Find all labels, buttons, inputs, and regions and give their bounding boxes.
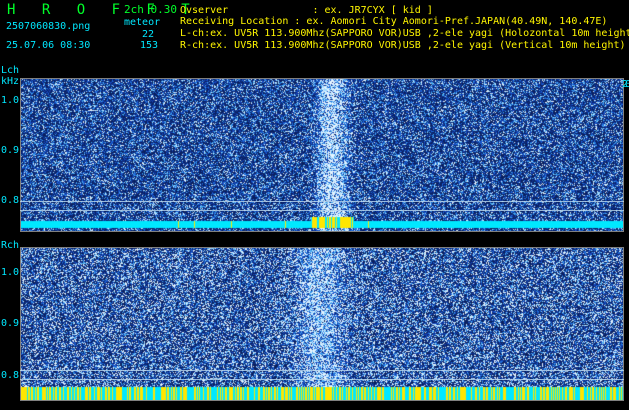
rch-meteor-count: 153 xyxy=(140,40,159,51)
rch-tick-0-9: 0.9 xyxy=(1,318,20,329)
lch-tick-0-9: 0.9 xyxy=(1,145,20,156)
time-axis-edge-label: 2 xyxy=(622,79,629,90)
lch-tick-1-0: 1.0 xyxy=(1,95,20,106)
lch-unit: kHz xyxy=(1,76,20,87)
filename-label: 2507060830.png xyxy=(6,21,91,32)
lch-tick-0-8: 0.8 xyxy=(1,195,20,206)
lch-meteor-count: 22 xyxy=(142,29,155,40)
rch-spectrogram xyxy=(20,247,624,401)
lch-threshold-line-upper xyxy=(20,201,624,202)
mode-label: 2ch 0.30 xyxy=(124,3,177,16)
observer-line: Ovserver : ex. JR7CYX [ kid ] xyxy=(180,5,433,16)
rch-title: Rch xyxy=(1,240,20,251)
rch-threshold-line-upper xyxy=(20,370,624,371)
lch-spectrogram xyxy=(20,78,624,232)
lch-info-line: L-ch:ex. UV5R 113.900Mhz(SAPPORO VOR)USB… xyxy=(180,28,629,39)
lch-threshold-line-lower xyxy=(20,210,624,211)
meteor-label: meteor xyxy=(124,17,161,28)
timestamp-label: 25.07.06 08:30 xyxy=(6,40,91,51)
rch-tick-0-8: 0.8 xyxy=(1,370,20,381)
rch-threshold-line-lower xyxy=(20,379,624,380)
location-line: Receiving Location : ex. Aomori City Aom… xyxy=(180,16,608,27)
rch-info-line: R-ch:ex. UV5R 113.900Mhz(SAPPORO VOR)USB… xyxy=(180,40,626,51)
lch-title: Lch xyxy=(1,65,20,76)
rch-tick-1-0: 1.0 xyxy=(1,267,20,278)
